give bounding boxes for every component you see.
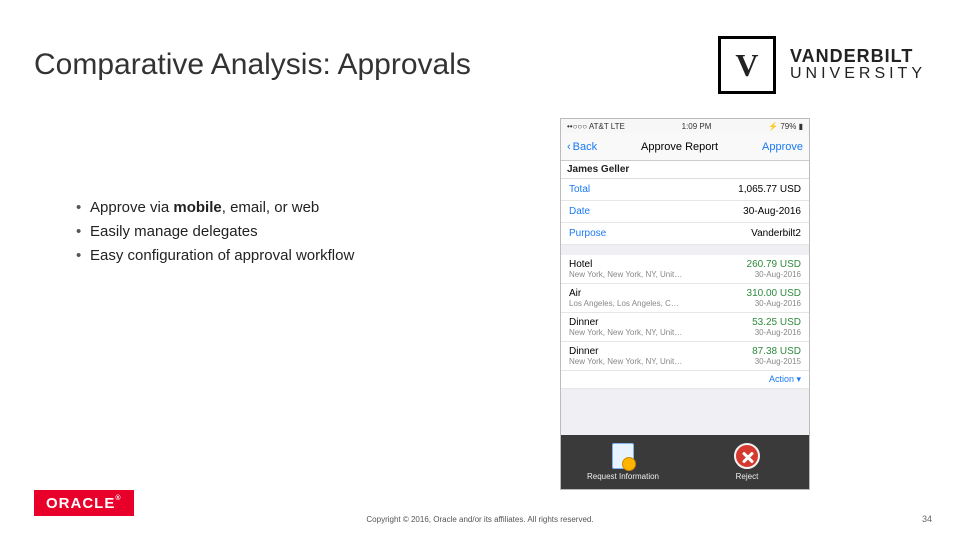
- bullet-segment: Approve via: [90, 199, 173, 216]
- request-info-button[interactable]: Request Information: [561, 435, 685, 489]
- expense-amount: 87.38 USD: [752, 346, 801, 357]
- bullet-list: Approve via mobile, email, or web Easily …: [76, 196, 354, 268]
- expense-amount: 53.25 USD: [752, 317, 801, 328]
- chevron-left-icon: ‹: [567, 141, 571, 153]
- brand-line1: VANDERBILT: [790, 47, 926, 66]
- summary-value: 30-Aug-2016: [743, 206, 801, 217]
- requester-name: James Geller: [561, 161, 809, 179]
- copyright-text: Copyright © 2016, Oracle and/or its affi…: [0, 515, 960, 524]
- row-action-link[interactable]: Action ▾: [561, 371, 809, 389]
- status-carrier: ••○○○ AT&T LTE: [567, 122, 625, 131]
- back-label: Back: [573, 141, 597, 153]
- mobile-screenshot: ••○○○ AT&T LTE 1:09 PM ⚡ 79% ▮ ‹ Back Ap…: [560, 118, 810, 490]
- expense-row[interactable]: HotelNew York, New York, NY, Unit… 260.79…: [561, 255, 809, 284]
- expense-date: 30-Aug-2015: [752, 357, 801, 366]
- reject-label: Reject: [736, 472, 759, 481]
- expense-row[interactable]: DinnerNew York, New York, NY, Unit… 87.38…: [561, 342, 809, 371]
- expense-date: 30-Aug-2016: [747, 299, 801, 308]
- bullet-item: Easy configuration of approval workflow: [76, 244, 354, 268]
- expense-row[interactable]: AirLos Angeles, Los Angeles, C… 310.00 US…: [561, 284, 809, 313]
- summary-key: Purpose: [569, 228, 606, 239]
- request-info-label: Request Information: [587, 472, 659, 481]
- approve-button[interactable]: Approve: [762, 141, 803, 153]
- summary-key: Date: [569, 206, 590, 217]
- reject-button[interactable]: Reject: [685, 435, 809, 489]
- bullet-segment: Easily manage delegates: [90, 223, 258, 240]
- expense-location: New York, New York, NY, Unit…: [569, 328, 682, 337]
- document-info-icon: [612, 443, 634, 469]
- phone-toolbar: Request Information Reject: [561, 435, 809, 489]
- bullet-item: Approve via mobile, email, or web: [76, 196, 354, 220]
- reject-icon: [734, 443, 760, 469]
- expense-location: New York, New York, NY, Unit…: [569, 357, 682, 366]
- section-gap: [561, 245, 809, 255]
- expense-row[interactable]: DinnerNew York, New York, NY, Unit… 53.25…: [561, 313, 809, 342]
- bullet-segment: , email, or web: [222, 199, 320, 216]
- expense-category: Hotel: [569, 259, 682, 270]
- slide-title: Comparative Analysis: Approvals: [34, 48, 471, 82]
- summary-row: Total 1,065.77 USD: [561, 179, 809, 201]
- expense-location: New York, New York, NY, Unit…: [569, 270, 682, 279]
- slide: Comparative Analysis: Approvals V VANDER…: [0, 0, 960, 540]
- summary-row: Purpose Vanderbilt2: [561, 223, 809, 245]
- expense-date: 30-Aug-2016: [747, 270, 801, 279]
- status-time: 1:09 PM: [682, 122, 712, 131]
- brand-line2: UNIVERSITY: [790, 66, 926, 83]
- phone-status-bar: ••○○○ AT&T LTE 1:09 PM ⚡ 79% ▮: [561, 119, 809, 133]
- status-battery: ⚡ 79% ▮: [768, 122, 803, 131]
- vanderbilt-mark-icon: V: [718, 36, 776, 94]
- summary-value: Vanderbilt2: [751, 228, 801, 239]
- summary-row: Date 30-Aug-2016: [561, 201, 809, 223]
- expense-category: Dinner: [569, 317, 682, 328]
- nav-title: Approve Report: [641, 141, 718, 153]
- expense-location: Los Angeles, Los Angeles, C…: [569, 299, 679, 308]
- expense-date: 30-Aug-2016: [752, 328, 801, 337]
- back-button[interactable]: ‹ Back: [567, 141, 597, 153]
- bullet-item: Easily manage delegates: [76, 220, 354, 244]
- oracle-text: ORACLE: [46, 495, 115, 512]
- expense-amount: 310.00 USD: [747, 288, 801, 299]
- page-number: 34: [922, 514, 932, 524]
- vanderbilt-logo: V VANDERBILT UNIVERSITY: [718, 36, 926, 94]
- summary-value: 1,065.77 USD: [738, 184, 801, 195]
- expense-category: Dinner: [569, 346, 682, 357]
- phone-nav-bar: ‹ Back Approve Report Approve: [561, 133, 809, 161]
- expense-amount: 260.79 USD: [747, 259, 801, 270]
- expense-category: Air: [569, 288, 679, 299]
- vanderbilt-wordmark: VANDERBILT UNIVERSITY: [790, 47, 926, 83]
- summary-key: Total: [569, 184, 590, 195]
- bullet-segment: Easy configuration of approval workflow: [90, 247, 354, 264]
- bullet-segment: mobile: [173, 199, 221, 216]
- oracle-logo: ORACLE®: [34, 490, 134, 516]
